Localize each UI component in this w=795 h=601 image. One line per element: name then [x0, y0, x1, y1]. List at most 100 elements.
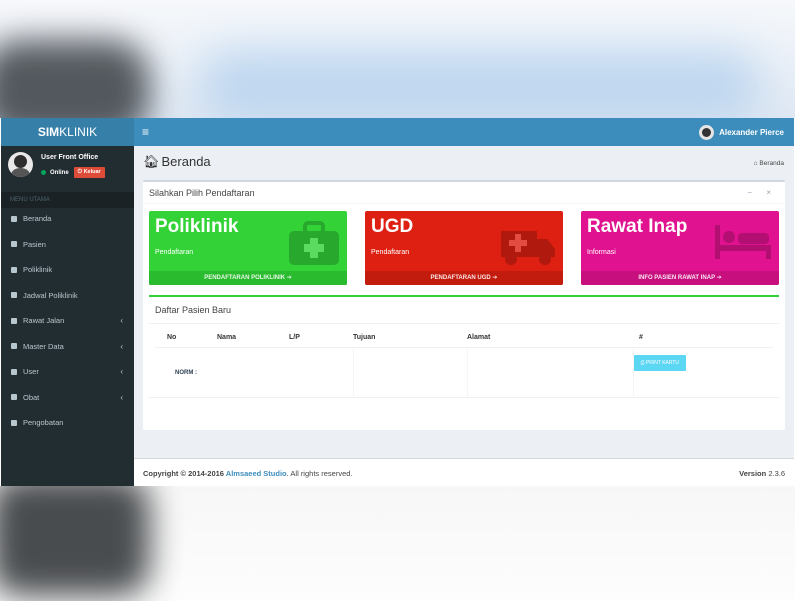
version-label: Version: [739, 469, 767, 478]
copyright: Copyright © 2014-2016 Almsaeed Studio. A…: [143, 469, 353, 478]
user-panel: User Front Office Online ⏻ Keluar: [1, 146, 134, 188]
print-card-button[interactable]: ⎙ PRINT KARTU: [633, 355, 687, 372]
blurred-backdrop-bottom: [0, 486, 795, 601]
sidebar-item-label: Poliklinik: [23, 265, 53, 275]
menu-item-icon: [11, 317, 17, 324]
tile-footer-link[interactable]: PENDAFTARAN UGD ➔: [365, 271, 563, 285]
collapse-minimize-icon[interactable]: − ×: [747, 188, 777, 197]
blur-shape: [200, 50, 760, 118]
logo-light: KLINIK: [59, 125, 98, 139]
breadcrumb[interactable]: ⌂ Beranda: [754, 160, 784, 167]
page-title: 🏠︎ Beranda: [143, 154, 211, 170]
sidebar: User Front Office Online ⏻ Keluar MENU U…: [1, 146, 134, 486]
menu-item-icon: [11, 368, 17, 375]
sidebar-item-label: Jadwal Poliklinik: [23, 290, 78, 300]
tile-title: UGD: [371, 216, 414, 237]
menu-item-icon: [11, 241, 17, 248]
copyright-suffix: . All rights reserved.: [286, 469, 353, 478]
version-info: Version 2.3.6: [739, 469, 785, 478]
table-cell: NORM :: [155, 347, 354, 397]
main-footer: Copyright © 2014-2016 Almsaeed Studio. A…: [134, 458, 794, 486]
column-header: #: [633, 329, 773, 348]
sidebar-item-obat[interactable]: Obat ‹: [1, 385, 134, 411]
status-row: Online ⏻ Keluar: [41, 167, 105, 178]
norm-label: NORM :: [175, 369, 197, 376]
sidebar-item-master-data[interactable]: Master Data ‹: [1, 334, 134, 360]
patient-table: No Nama L/P Tujuan Alamat # NORM : ⎙ PRI…: [155, 329, 773, 397]
company-link[interactable]: Almsaeed Studio: [226, 469, 287, 478]
blurred-backdrop-top: [0, 0, 795, 118]
tile-footer-link[interactable]: PENDAFTARAN POLIKLINIK ➔: [149, 271, 347, 285]
sidebar-item-pasien[interactable]: Pasien: [1, 232, 134, 258]
tile-footer-link[interactable]: INFO PASIEN RAWAT INAP ➔: [581, 271, 779, 285]
tile-subtitle: Informasi: [587, 249, 616, 256]
tile-title: Poliklinik: [155, 216, 239, 237]
sidebar-item-label: Beranda: [23, 214, 52, 224]
page-title-text: Beranda: [161, 154, 211, 169]
table-cell: [353, 347, 468, 397]
logout-button[interactable]: ⏻ Keluar: [73, 167, 105, 178]
version-number: 2.3.6: [768, 469, 785, 478]
column-header: Alamat: [467, 329, 633, 348]
tile-rawat-inap[interactable]: Rawat Inap Informasi INFO PASIEN RAWAT I…: [581, 211, 779, 285]
avatar: [699, 124, 715, 140]
tile-title: Rawat Inap: [587, 216, 688, 237]
copyright-prefix: Copyright © 2014-2016: [143, 469, 226, 478]
sidebar-item-rawat-jalan[interactable]: Rawat Jalan ‹: [1, 308, 134, 334]
menu-item-icon: [11, 343, 17, 350]
sidebar-item-label: Obat: [23, 392, 40, 402]
chevron-left-icon: ‹: [120, 392, 123, 402]
sidebar-item-label: Pengobatan: [23, 418, 64, 428]
divider: [143, 203, 783, 204]
tile-poliklinik[interactable]: Poliklinik Pendaftaran PENDAFTARAN POLIK…: [149, 211, 347, 285]
medkit-icon: [289, 221, 339, 265]
tile-subtitle: Pendaftaran: [371, 249, 410, 256]
breadcrumb-label: Beranda: [759, 160, 784, 167]
tile-subtitle: Pendaftaran: [155, 249, 194, 256]
patient-list-title: Daftar Pasien Baru: [155, 305, 232, 315]
chevron-left-icon: ‹: [120, 341, 123, 351]
user-menu-name: Alexander Pierce: [719, 127, 784, 137]
blur-shape: [0, 40, 150, 118]
logout-label: Keluar: [83, 169, 101, 175]
sidebar-item-pengobatan[interactable]: Pengobatan: [1, 410, 134, 436]
main-header: SIMKLINIK ≡ Alexander Pierce: [1, 118, 794, 146]
online-status-icon: [41, 170, 46, 175]
user-panel-name: User Front Office: [41, 154, 99, 161]
column-header: Nama: [217, 329, 289, 348]
sidebar-item-label: Rawat Jalan: [23, 316, 65, 326]
registration-box: Silahkan Pilih Pendaftaran − × Poliklini…: [143, 180, 785, 430]
sidebar-item-poliklinik[interactable]: Poliklinik: [1, 257, 134, 283]
chevron-left-icon: ‹: [120, 316, 123, 326]
sidebar-item-label: Pasien: [23, 239, 46, 249]
sidebar-item-label: User: [23, 367, 39, 377]
home-icon: 🏠︎: [143, 154, 160, 169]
online-status-text: Online: [50, 169, 69, 176]
table-header-row: No Nama L/P Tujuan Alamat #: [155, 329, 773, 348]
sidebar-toggle-icon[interactable]: ≡: [142, 124, 149, 140]
column-header: Tujuan: [353, 329, 467, 348]
logo-bold: SIM: [37, 125, 60, 139]
column-header: L/P: [289, 329, 353, 348]
app-logo[interactable]: SIMKLINIK: [1, 118, 134, 146]
divider: [149, 397, 779, 398]
sidebar-item-user[interactable]: User ‹: [1, 359, 134, 385]
box-tools[interactable]: − ×: [747, 188, 777, 197]
box-title: Silahkan Pilih Pendaftaran: [149, 188, 255, 198]
tile-ugd[interactable]: UGD Pendaftaran PENDAFTARAN UGD ➔: [365, 211, 563, 285]
sidebar-item-jadwal-poliklinik[interactable]: Jadwal Poliklinik: [1, 283, 134, 309]
user-menu[interactable]: Alexander Pierce: [699, 123, 784, 141]
sidebar-item-label: Master Data: [23, 341, 64, 351]
home-icon: ⌂: [753, 160, 758, 167]
menu-item-icon: [11, 419, 17, 426]
table-cell: ⎙ PRINT KARTU: [633, 347, 773, 397]
table-cell: [467, 347, 634, 397]
table-row: NORM : ⎙ PRINT KARTU: [155, 347, 773, 397]
column-header: No: [155, 329, 217, 348]
bed-icon: [715, 225, 771, 259]
sidebar-menu: Beranda Pasien Poliklinik Jadwal Polikli…: [1, 206, 134, 436]
chevron-left-icon: ‹: [120, 367, 123, 377]
menu-item-icon: [11, 394, 17, 401]
menu-item-icon: [11, 292, 17, 299]
sidebar-item-beranda[interactable]: Beranda: [1, 206, 134, 232]
